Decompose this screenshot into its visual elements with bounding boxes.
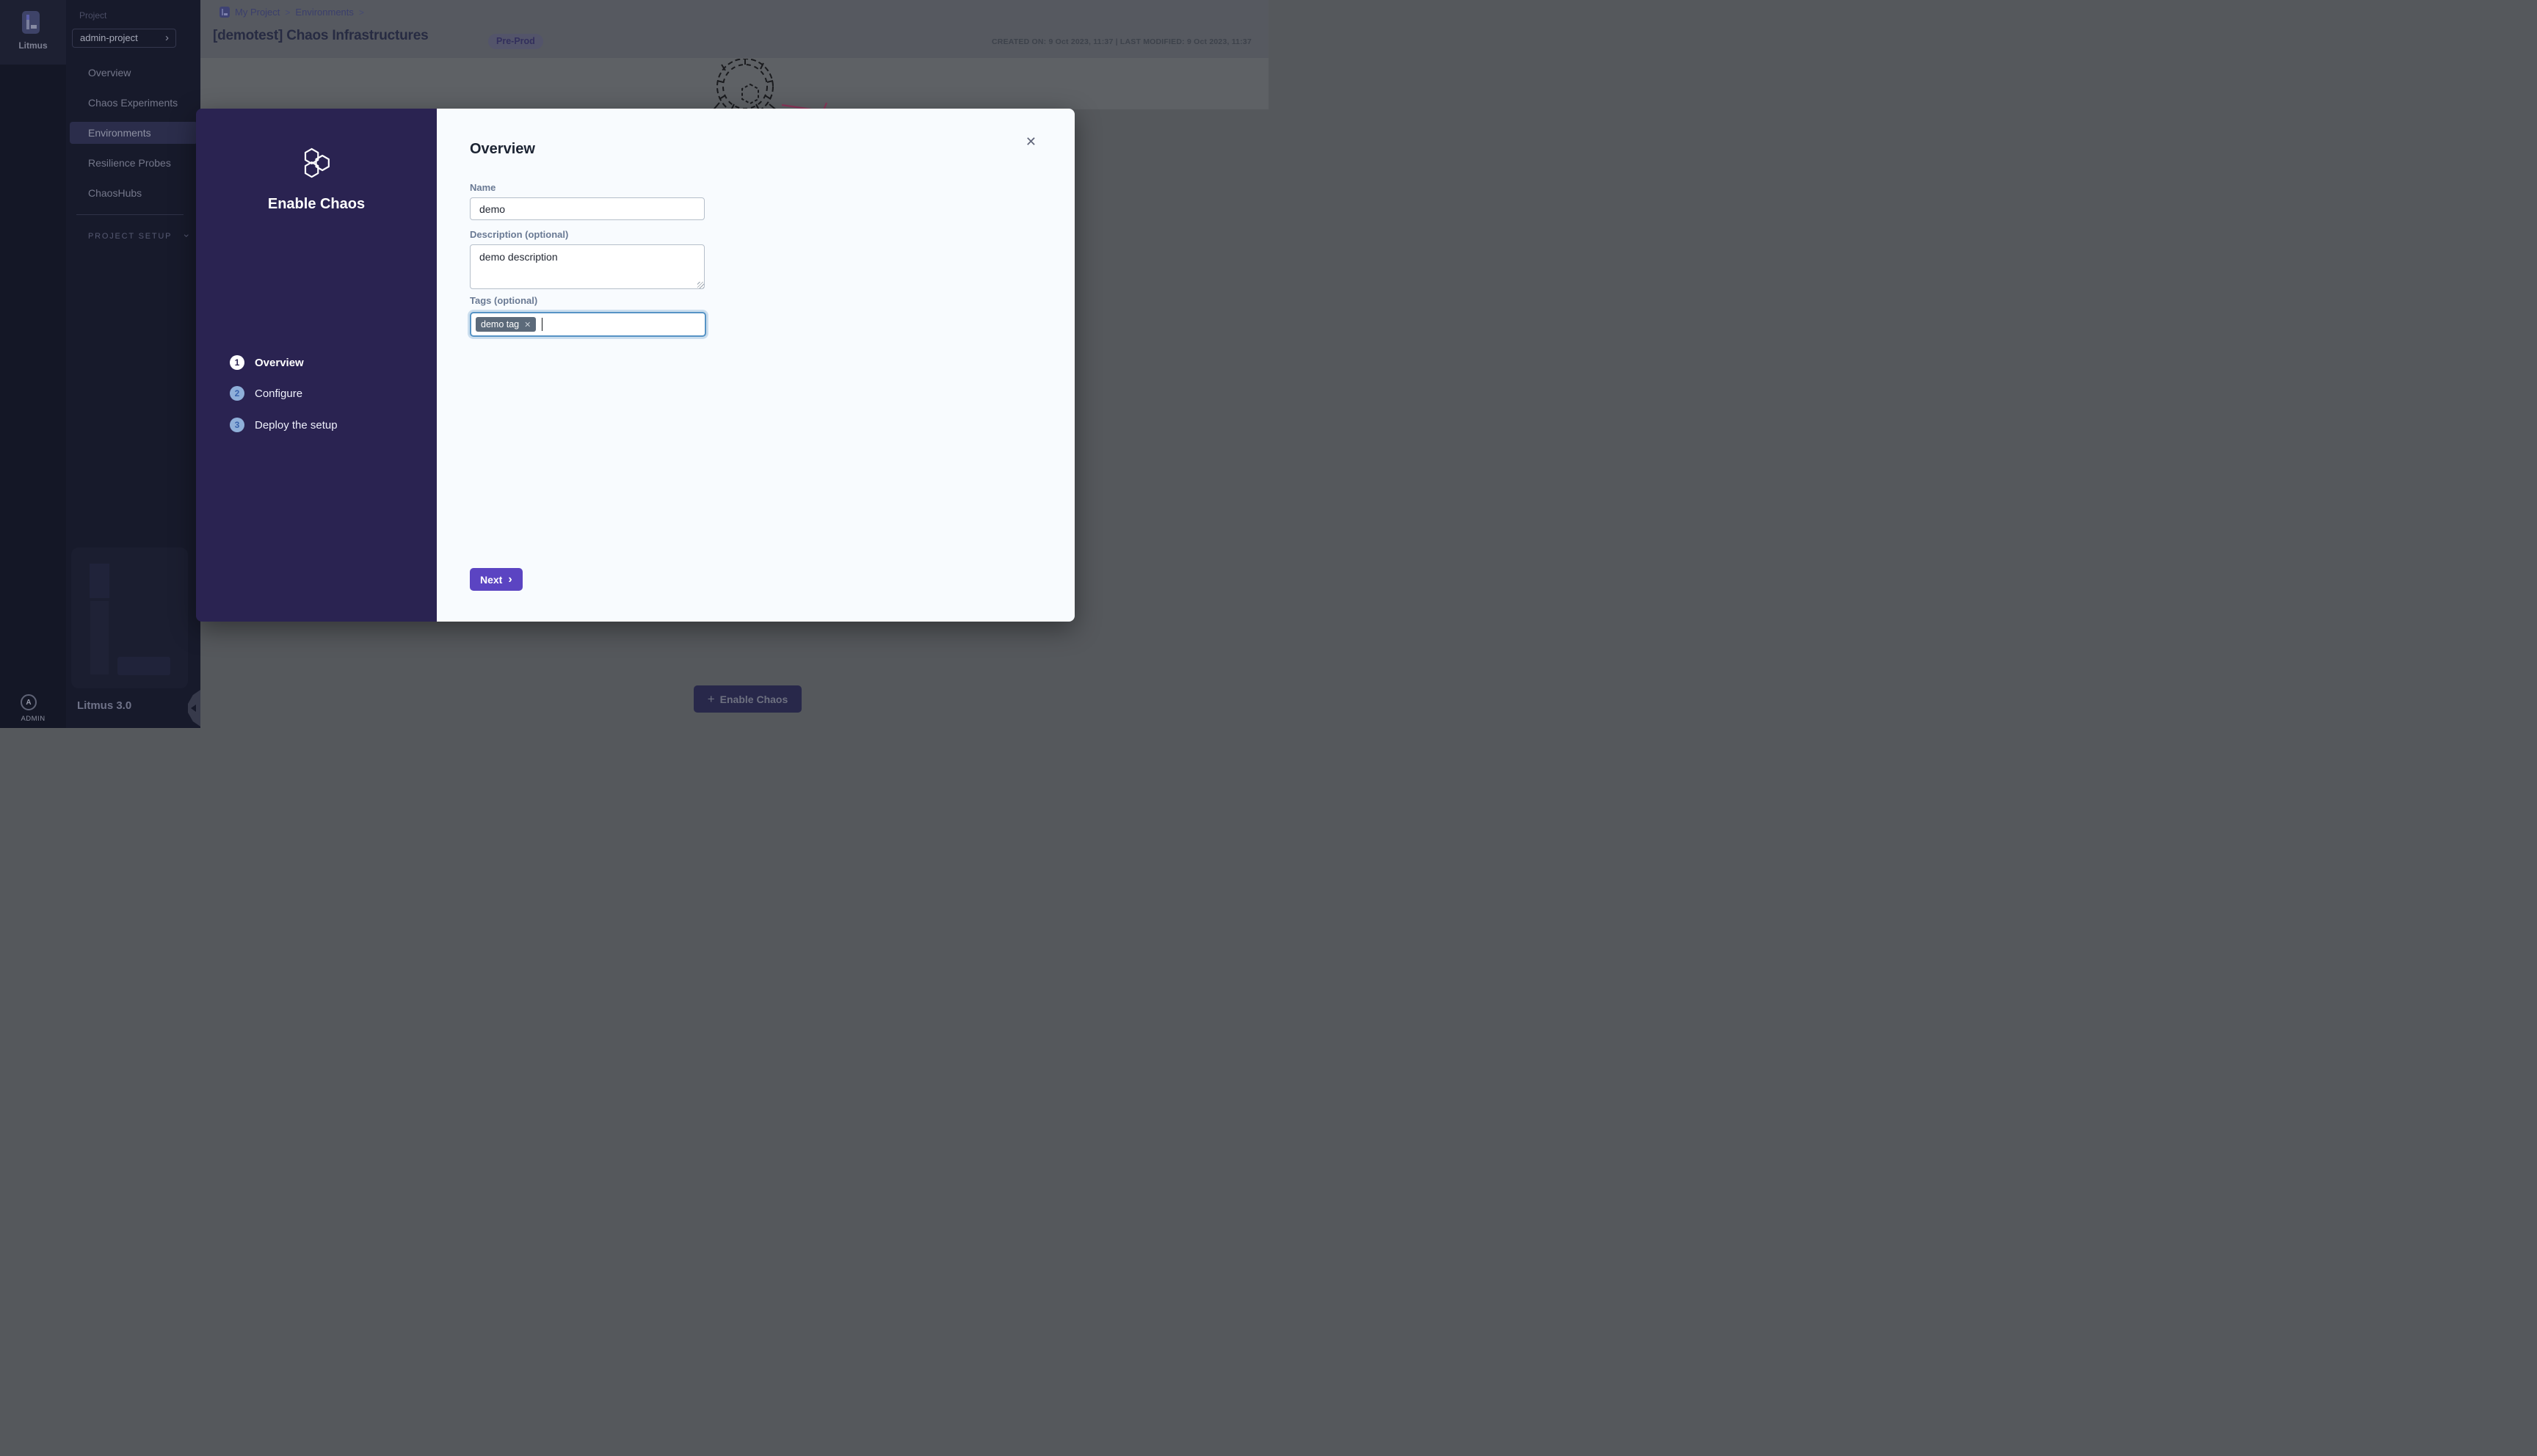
project-setup-section[interactable]: PROJECT SETUP › <box>88 232 184 241</box>
sidebar-item-chaos-experiments[interactable]: Chaos Experiments <box>66 92 200 114</box>
sidebar-strip: Litmus A ADMIN <box>0 0 66 728</box>
page-title: [demotest] Chaos Infrastructures <box>213 28 428 44</box>
chevron-right-icon: › <box>508 573 512 586</box>
sidebar-item-environments[interactable]: Environments <box>70 122 197 144</box>
wizard-title: Enable Chaos <box>196 196 437 213</box>
close-icon[interactable]: ✕ <box>1026 135 1037 148</box>
environment-type-badge: Pre-Prod <box>488 34 543 49</box>
form-section-title: Overview <box>470 141 535 158</box>
sidebar-promo-card <box>71 547 188 688</box>
collapse-left-icon <box>191 705 196 712</box>
breadcrumb: My Project > Environments > <box>219 7 364 18</box>
hexagons-logo-icon <box>302 148 331 178</box>
litmus-logo-icon <box>22 11 40 34</box>
wizard-panel: Enable Chaos 1 Overview 2 Configure 3 De… <box>196 109 437 622</box>
tags-label: Tags (optional) <box>470 295 537 306</box>
project-label: Project <box>79 10 106 21</box>
breadcrumb-separator: > <box>285 7 290 18</box>
sidebar-item-overview[interactable]: Overview <box>66 62 200 84</box>
step-number: 2 <box>230 386 244 401</box>
wizard-step-deploy[interactable]: 3 Deploy the setup <box>230 418 338 432</box>
plus-icon: + <box>708 692 715 707</box>
sidebar-nav: Project admin-project › Overview Chaos E… <box>66 0 200 728</box>
divider <box>76 214 184 215</box>
project-selector[interactable]: admin-project › <box>72 29 176 48</box>
remove-tag-icon[interactable]: ✕ <box>524 320 531 330</box>
chevron-right-icon: › <box>165 29 169 47</box>
breadcrumb-environments[interactable]: Environments <box>295 7 353 18</box>
user-avatar[interactable]: A <box>21 694 37 710</box>
litmus-mini-logo-icon <box>219 7 230 18</box>
version-label: Litmus 3.0 <box>77 699 131 712</box>
page-header: My Project > Environments > [demotest] C… <box>200 0 1268 58</box>
step-label: Overview <box>255 357 304 369</box>
description-textarea[interactable]: demo description <box>470 244 705 289</box>
sidebar-item-resilience-probes[interactable]: Resilience Probes <box>66 152 200 174</box>
step-number: 3 <box>230 418 244 432</box>
project-name: admin-project <box>80 32 138 43</box>
tags-input[interactable]: demo tag ✕ <box>470 312 706 337</box>
enable-chaos-button[interactable]: + Enable Chaos <box>694 685 802 713</box>
next-button[interactable]: Next › <box>470 568 523 591</box>
brand-name: Litmus <box>0 40 66 51</box>
tag-chip: demo tag ✕ <box>476 317 536 332</box>
user-role-label: ADMIN <box>0 715 66 723</box>
description-label: Description (optional) <box>470 229 568 240</box>
sidebar-item-chaoshubs[interactable]: ChaosHubs <box>66 182 200 204</box>
step-label: Deploy the setup <box>255 419 338 432</box>
litmus-logo-tile[interactable]: Litmus <box>0 0 66 65</box>
enable-chaos-modal: Enable Chaos 1 Overview 2 Configure 3 De… <box>196 109 1075 622</box>
wizard-step-configure[interactable]: 2 Configure <box>230 386 302 401</box>
breadcrumb-my-project[interactable]: My Project <box>235 7 280 18</box>
overview-form-panel: ✕ Overview Name Description (optional) d… <box>437 109 1075 622</box>
chevron-down-icon: › <box>181 234 193 239</box>
project-setup-label: PROJECT SETUP <box>88 232 172 241</box>
step-number: 1 <box>230 355 244 370</box>
breadcrumb-separator: > <box>359 7 364 18</box>
name-label: Name <box>470 182 496 193</box>
step-label: Configure <box>255 387 302 400</box>
name-input[interactable] <box>470 197 705 220</box>
created-modified-meta: CREATED ON: 9 Oct 2023, 11:37 | LAST MOD… <box>992 37 1252 46</box>
wizard-step-overview[interactable]: 1 Overview <box>230 355 304 370</box>
tag-chip-label: demo tag <box>481 319 519 330</box>
